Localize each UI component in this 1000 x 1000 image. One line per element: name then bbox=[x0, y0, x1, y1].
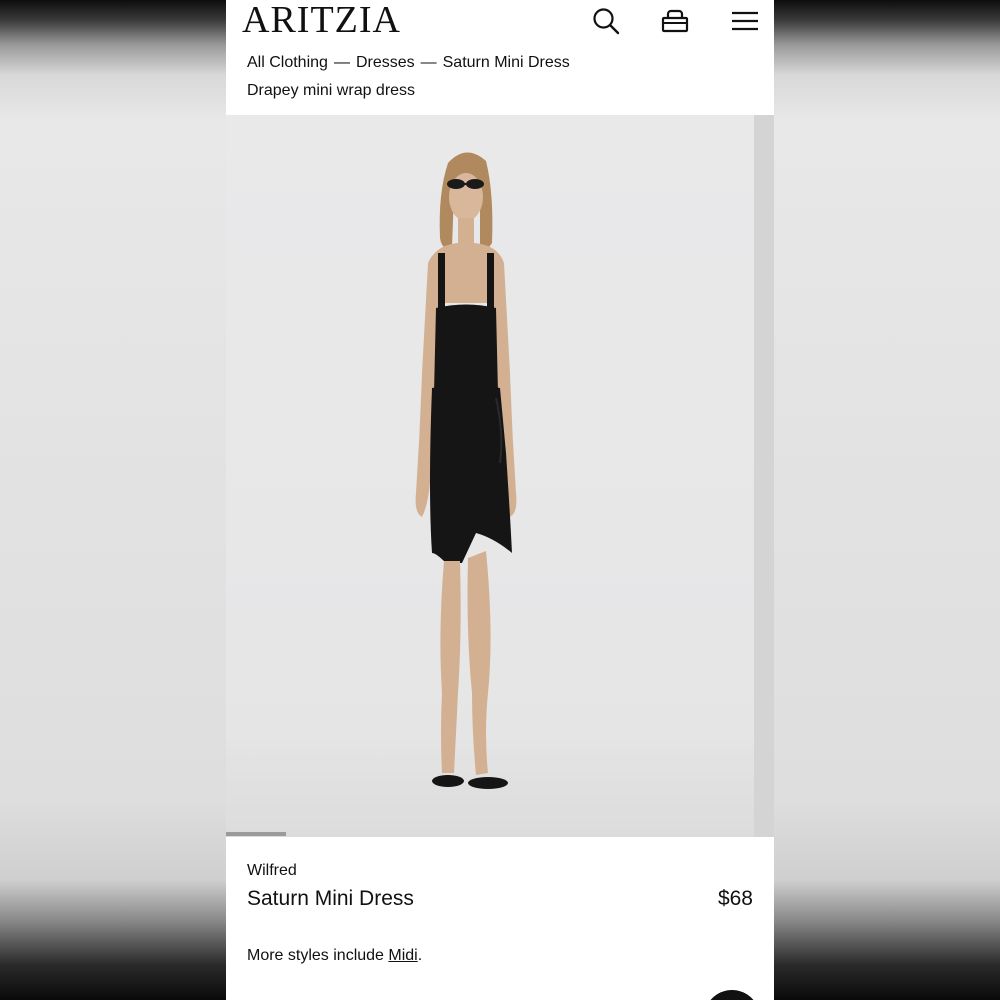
breadcrumb-separator: — bbox=[333, 54, 350, 71]
product-page: ARITZIA All Clothing — Dresses — Saturn Mini… bbox=[226, 0, 774, 1000]
next-image-peek[interactable] bbox=[754, 115, 774, 837]
product-title: Saturn Mini Dress bbox=[247, 887, 414, 910]
site-header: ARITZIA bbox=[226, 0, 774, 40]
product-image-carousel[interactable] bbox=[226, 115, 774, 837]
more-styles-text: More styles include Midi. bbox=[247, 947, 422, 965]
breadcrumb-all-clothing[interactable]: All Clothing bbox=[247, 54, 328, 71]
search-icon[interactable] bbox=[591, 6, 621, 36]
carousel-progress-indicator bbox=[226, 832, 286, 836]
chat-button[interactable] bbox=[704, 990, 760, 1000]
product-photo bbox=[415, 152, 517, 789]
brand-name[interactable]: Wilfred bbox=[247, 862, 297, 880]
product-subtitle: Drapey mini wrap dress bbox=[247, 82, 416, 99]
breadcrumb-current: Saturn Mini Dress bbox=[442, 54, 570, 71]
midi-style-link[interactable]: Midi bbox=[388, 947, 417, 964]
breadcrumb-separator: — bbox=[420, 54, 437, 71]
product-price: $68 bbox=[717, 887, 753, 910]
breadcrumb: All Clothing — Dresses — Saturn Mini Dress bbox=[247, 54, 570, 72]
bag-icon[interactable] bbox=[660, 6, 690, 36]
more-styles-prefix: More styles include bbox=[247, 947, 389, 964]
more-styles-suffix: . bbox=[417, 947, 423, 964]
aritzia-logo[interactable]: ARITZIA bbox=[242, 0, 401, 40]
menu-icon[interactable] bbox=[730, 6, 760, 36]
breadcrumb-dresses[interactable]: Dresses bbox=[356, 54, 415, 71]
